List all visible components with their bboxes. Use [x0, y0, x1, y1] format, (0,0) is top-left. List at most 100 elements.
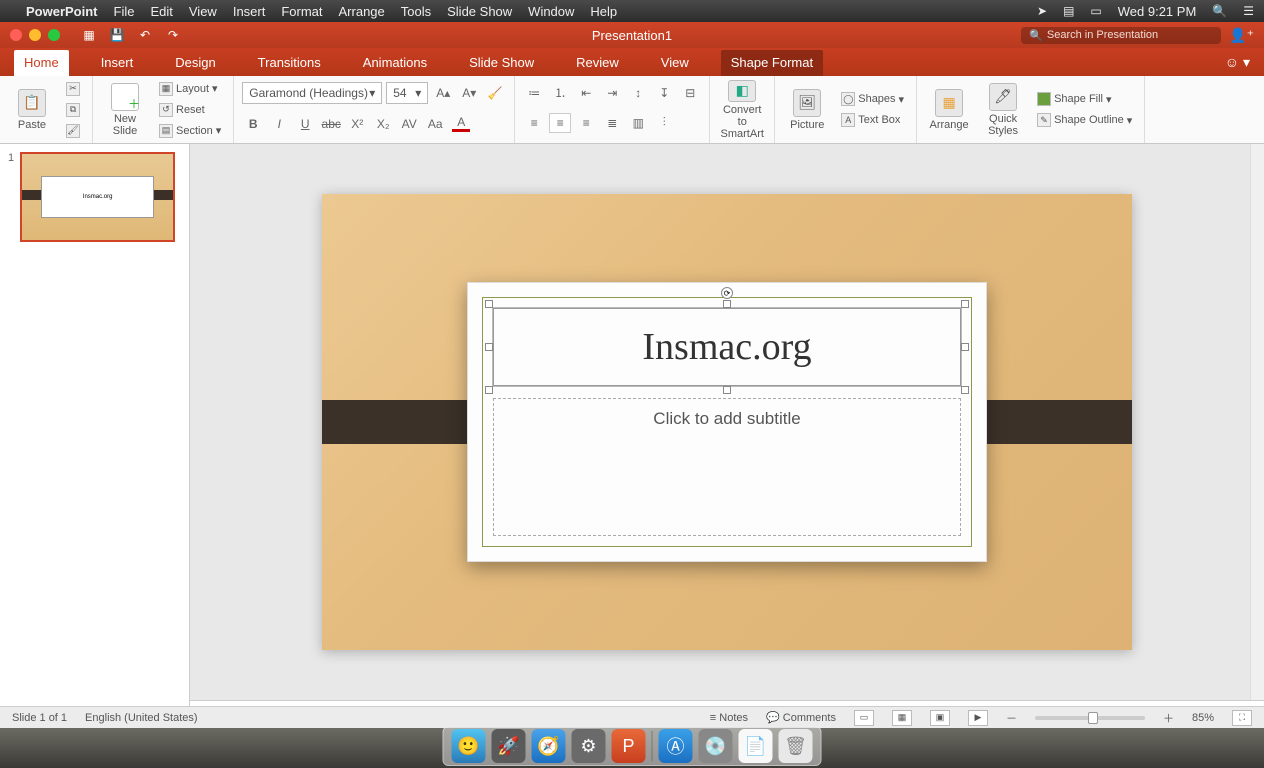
menu-help[interactable]: Help	[590, 4, 617, 19]
font-color-button[interactable]: A	[450, 114, 472, 134]
language-indicator[interactable]: English (United States)	[85, 712, 198, 724]
increase-font-button[interactable]: A▴	[432, 83, 454, 103]
resize-handle-mr[interactable]	[961, 343, 969, 351]
menu-view[interactable]: View	[189, 4, 217, 19]
tab-view[interactable]: View	[651, 50, 699, 76]
strikethrough-button[interactable]: abc	[320, 114, 342, 134]
line-spacing-button[interactable]: ↕	[627, 83, 649, 103]
reading-view-button[interactable]: ▣	[930, 710, 950, 726]
convert-smartart-button[interactable]: ◧Convert to SmartArt	[718, 80, 766, 140]
shape-fill-button[interactable]: Shape Fill ▾	[1033, 90, 1136, 108]
display-icon[interactable]: ▤	[1063, 4, 1074, 18]
zoom-slider[interactable]	[1035, 716, 1145, 720]
menu-slideshow[interactable]: Slide Show	[447, 4, 512, 19]
section-button[interactable]: ▤Section ▾	[155, 122, 225, 140]
font-name-select[interactable]: Garamond (Headings)▾	[242, 82, 382, 104]
new-slide-button[interactable]: ＋New Slide	[101, 80, 149, 140]
share-button[interactable]: 👤⁺	[1229, 27, 1254, 44]
dock-trash-icon[interactable]: 🗑	[779, 729, 813, 763]
zoom-knob[interactable]	[1088, 712, 1098, 724]
align-right-button[interactable]: ≡	[575, 113, 597, 133]
cursor-icon[interactable]: ➤	[1037, 4, 1047, 18]
justify-button[interactable]: ≣	[601, 113, 623, 133]
distribute-button[interactable]: ⫶	[653, 113, 675, 133]
zoom-level[interactable]: 85%	[1192, 712, 1214, 724]
format-painter-button[interactable]: 🖌	[62, 122, 84, 140]
slide-canvas[interactable]: ⟳ Insmac.org	[190, 144, 1264, 700]
resize-handle-br[interactable]	[961, 386, 969, 394]
sorter-view-button[interactable]: ▦	[892, 710, 912, 726]
menu-arrange[interactable]: Arrange	[339, 4, 385, 19]
decrease-indent-button[interactable]: ⇤	[575, 83, 597, 103]
font-size-select[interactable]: 54▾	[386, 82, 428, 104]
app-name[interactable]: PowerPoint	[26, 4, 98, 19]
notes-toggle[interactable]: ≡ Notes	[710, 712, 748, 724]
qat-view-icon[interactable]: ▦	[80, 26, 98, 44]
menu-file[interactable]: File	[114, 4, 135, 19]
picture-button[interactable]: 🖼Picture	[783, 80, 831, 140]
clock[interactable]: Wed 9:21 PM	[1118, 4, 1197, 19]
minimize-window-button[interactable]	[29, 29, 41, 41]
zoom-in-button[interactable]: ＋	[1163, 710, 1174, 726]
cut-button[interactable]: ✂	[62, 80, 84, 98]
quick-styles-button[interactable]: 🖊Quick Styles	[979, 80, 1027, 140]
tab-transitions[interactable]: Transitions	[248, 50, 331, 76]
resize-handle-tc[interactable]	[723, 300, 731, 308]
reset-button[interactable]: ↺Reset	[155, 101, 225, 119]
maximize-window-button[interactable]	[48, 29, 60, 41]
layout-button[interactable]: ▦Layout ▾	[155, 80, 225, 98]
shape-outline-button[interactable]: ✎Shape Outline ▾	[1033, 111, 1136, 129]
resize-handle-bc[interactable]	[723, 386, 731, 394]
slideshow-view-button[interactable]: ▶	[968, 710, 988, 726]
tab-animations[interactable]: Animations	[353, 50, 437, 76]
vertical-scrollbar[interactable]	[1250, 144, 1264, 700]
columns-button[interactable]: ▥	[627, 113, 649, 133]
resize-handle-ml[interactable]	[485, 343, 493, 351]
normal-view-button[interactable]: ▭	[854, 710, 874, 726]
dock-powerpoint-icon[interactable]: P	[612, 729, 646, 763]
resize-handle-tr[interactable]	[961, 300, 969, 308]
menu-edit[interactable]: Edit	[150, 4, 172, 19]
change-case-button[interactable]: Aa	[424, 114, 446, 134]
menu-insert[interactable]: Insert	[233, 4, 266, 19]
qat-redo-icon[interactable]: ↷	[164, 26, 182, 44]
slide-counter[interactable]: Slide 1 of 1	[12, 712, 67, 724]
zoom-out-button[interactable]: －	[1006, 710, 1017, 726]
textbox-button[interactable]: AText Box	[837, 111, 908, 129]
dock-document-icon[interactable]: 📄	[739, 729, 773, 763]
tab-design[interactable]: Design	[165, 50, 225, 76]
subtitle-textbox[interactable]: Click to add subtitle	[493, 398, 961, 536]
increase-indent-button[interactable]: ⇥	[601, 83, 623, 103]
italic-button[interactable]: I	[268, 114, 290, 134]
numbering-button[interactable]: ⒈	[549, 83, 571, 103]
align-text-button[interactable]: ⊟	[679, 83, 701, 103]
menu-window[interactable]: Window	[528, 4, 574, 19]
shapes-button[interactable]: ◯Shapes ▾	[837, 90, 908, 108]
clear-formatting-button[interactable]: 🧹	[484, 83, 506, 103]
battery-icon[interactable]: ▭	[1090, 4, 1101, 18]
fit-window-button[interactable]: ⛶	[1232, 710, 1252, 726]
spotlight-icon[interactable]: 🔍	[1212, 4, 1227, 18]
align-left-button[interactable]: ≡	[523, 113, 545, 133]
copy-button[interactable]: ⧉	[62, 101, 84, 119]
menu-icon[interactable]: ☰	[1243, 4, 1254, 18]
align-center-button[interactable]: ≡	[549, 113, 571, 133]
tab-slideshow[interactable]: Slide Show	[459, 50, 544, 76]
tab-shape-format[interactable]: Shape Format	[721, 50, 823, 76]
char-spacing-button[interactable]: AV	[398, 114, 420, 134]
comments-toggle[interactable]: 💬 Comments	[766, 711, 836, 724]
tab-insert[interactable]: Insert	[91, 50, 144, 76]
dock-safari-icon[interactable]: 🧭	[532, 729, 566, 763]
dock-finder-icon[interactable]: 🙂	[452, 729, 486, 763]
subscript-button[interactable]: X₂	[372, 114, 394, 134]
feedback-icon[interactable]: ☺ ▾	[1225, 54, 1250, 76]
qat-undo-icon[interactable]: ↶	[136, 26, 154, 44]
tab-review[interactable]: Review	[566, 50, 629, 76]
tab-home[interactable]: Home	[14, 50, 69, 76]
slide-thumbnail-1[interactable]: Insmac.org	[20, 152, 175, 242]
rotation-handle[interactable]: ⟳	[721, 287, 733, 299]
dock-settings-icon[interactable]: ⚙	[572, 729, 606, 763]
title-textbox[interactable]: ⟳ Insmac.org	[493, 308, 961, 386]
decrease-font-button[interactable]: A▾	[458, 83, 480, 103]
bullets-button[interactable]: ≔	[523, 83, 545, 103]
